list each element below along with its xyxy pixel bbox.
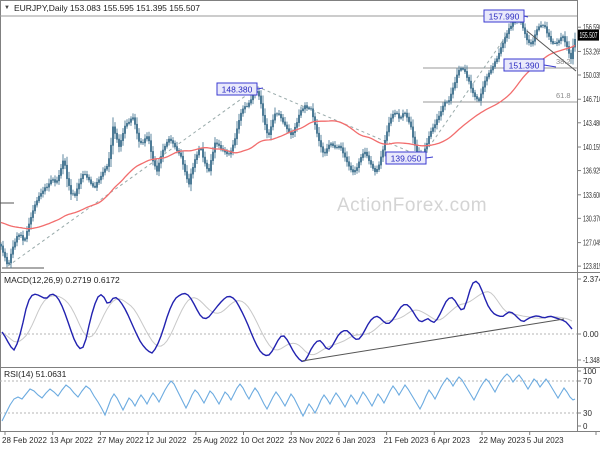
date-axis-label: 23 Nov 2022 xyxy=(288,436,334,445)
chart-title: EURJPY,Daily 153.083 155.595 151.395 155… xyxy=(13,3,200,13)
main-price-panel[interactable] xyxy=(0,0,577,272)
price-axis-label: 127.045 xyxy=(583,239,600,248)
date-axis-label: 22 May 2023 xyxy=(479,436,526,445)
price-axis-label: 143.480 xyxy=(583,119,600,128)
macd-panel[interactable] xyxy=(0,272,577,367)
chart-title-bar: ▼ EURJPY,Daily 153.083 155.595 151.395 1… xyxy=(4,3,200,13)
macd-indicator-label: MACD(12,26,9) 0.2719 0.6172 xyxy=(4,275,120,285)
rsi-indicator-label: RSI(14) 51.0631 xyxy=(4,369,67,379)
price-axis-label: 130.370 xyxy=(583,214,600,223)
symbol-dropdown-icon[interactable]: ▼ xyxy=(4,4,10,12)
price-axis-label: 150.035 xyxy=(583,71,600,80)
date-axis-label: 27 May 2022 xyxy=(97,436,144,445)
date-axis-label: 6 Apr 2023 xyxy=(431,436,470,445)
date-axis-label: 21 Feb 2023 xyxy=(384,436,429,445)
date-axis-label: 25 Aug 2022 xyxy=(193,436,238,445)
macd-axis-label: 2.374 xyxy=(583,275,600,284)
price-axis-label: 136.925 xyxy=(583,167,600,176)
annotation-text: 151.390 xyxy=(509,61,540,71)
price-tag-text: 155.507 xyxy=(580,31,598,40)
annotation-text: 157.990 xyxy=(489,12,520,22)
price-axis-label: 133.600 xyxy=(583,191,600,200)
annotation-text: 139.050 xyxy=(391,154,422,164)
price-annotation: 157.990 xyxy=(483,9,529,23)
rsi-axis-label: 0 xyxy=(583,422,588,431)
price-axis-label: 146.710 xyxy=(583,95,600,104)
current-price-tag: 155.507 xyxy=(578,29,599,41)
macd-axis-label: 0.00 xyxy=(583,330,599,339)
rsi-axis-label: 100 xyxy=(583,367,597,376)
price-axis-label: 123.815 xyxy=(583,262,600,271)
price-annotation: 148.380 xyxy=(216,82,264,96)
fib-percent-label: 38.2 xyxy=(556,57,571,66)
date-axis-label: 12 Jul 2022 xyxy=(145,436,187,445)
date-axis-label: 13 Apr 2022 xyxy=(50,436,94,445)
annotation-text: 148.380 xyxy=(222,85,253,95)
fib-percent-label: 61.8 xyxy=(556,91,571,100)
rsi-axis-label: 70 xyxy=(583,377,592,386)
date-axis-label: 28 Feb 2022 xyxy=(2,436,47,445)
date-axis-label: 10 Oct 2022 xyxy=(241,436,285,445)
date-axis-label: 5 Jul 2023 xyxy=(527,436,564,445)
price-axis-label: 140.155 xyxy=(583,143,600,152)
chart-canvas[interactable]: 157.990148.380151.390139.05038.261.8156.… xyxy=(0,0,600,450)
macd-axis-label: -1.3486 xyxy=(583,356,600,365)
price-annotation: 139.050 xyxy=(385,151,434,165)
price-axis-label: 153.265 xyxy=(583,47,600,56)
trading-chart-window: ActionForex.com 157.990148.380151.390139… xyxy=(0,0,600,450)
rsi-axis-label: 30 xyxy=(583,409,592,418)
date-axis-label: 6 Jan 2023 xyxy=(336,436,376,445)
